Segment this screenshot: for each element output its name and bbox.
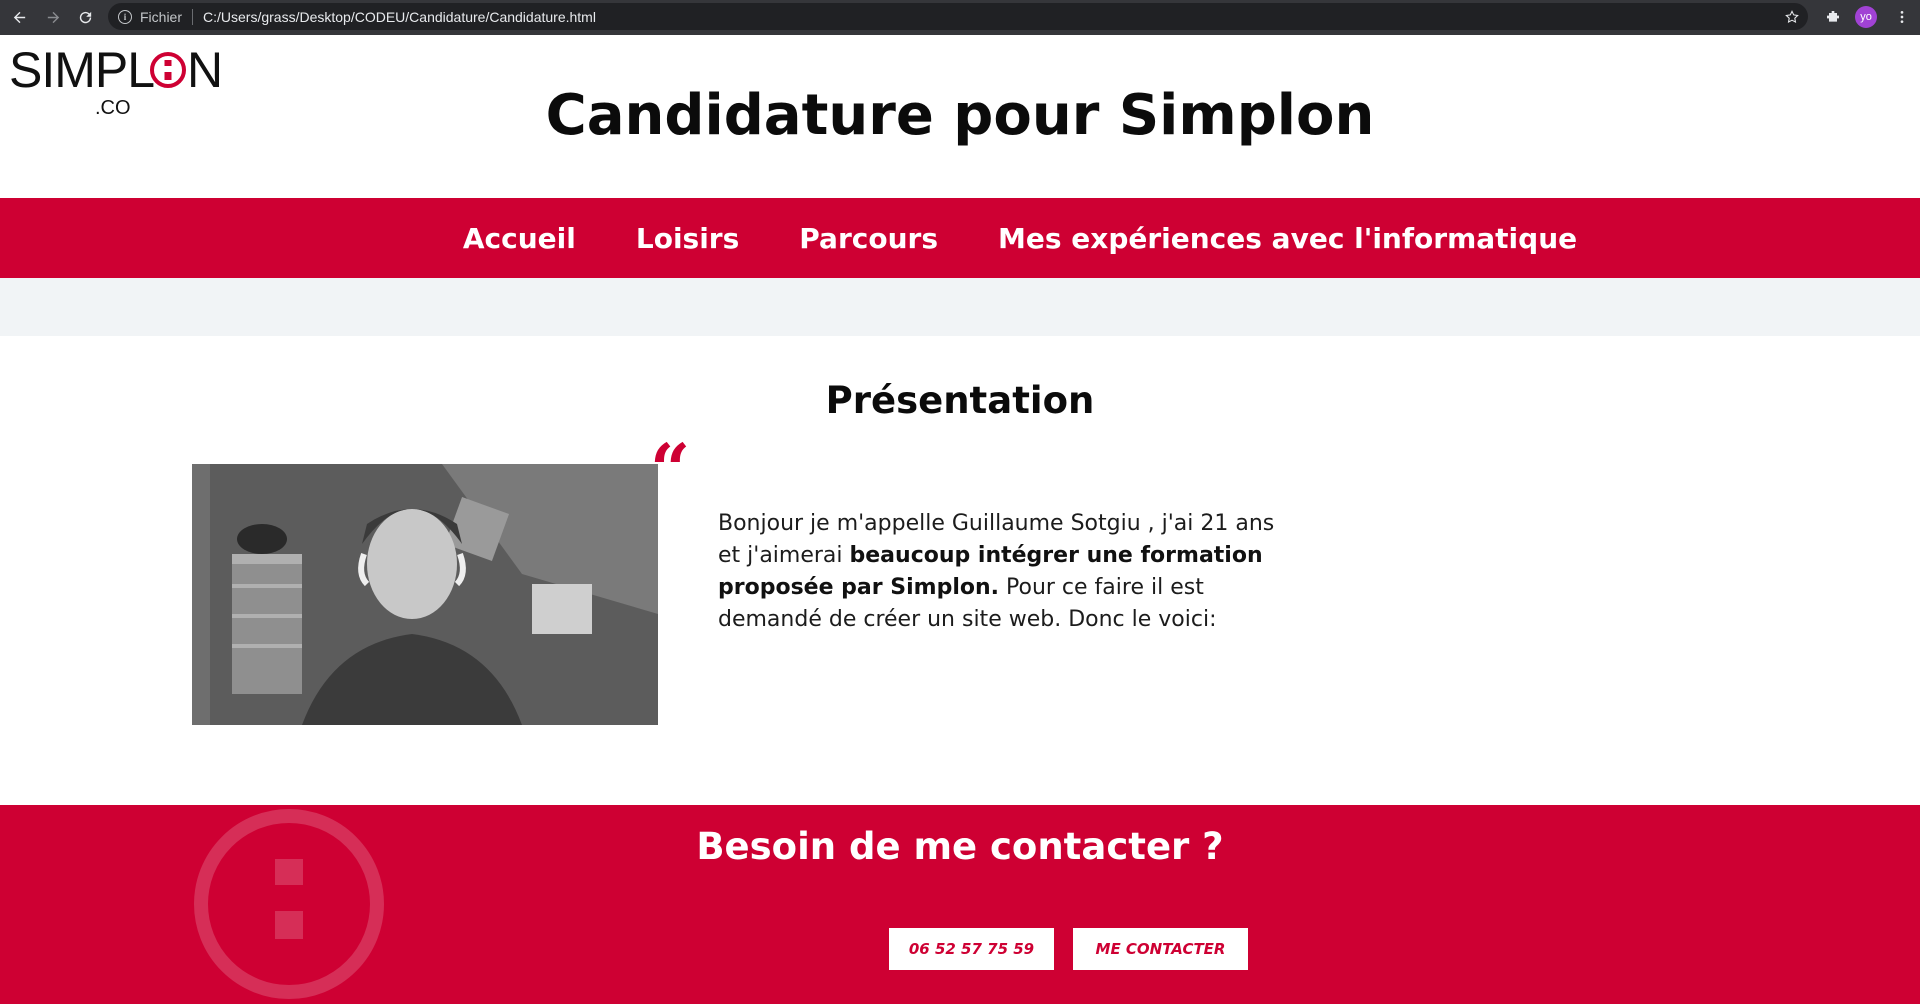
forward-icon[interactable]	[42, 6, 64, 28]
contact-footer: Besoin de me contacter ? 06 52 57 75 59 …	[0, 805, 1920, 1004]
simplon-emblem-icon	[194, 809, 384, 999]
info-icon[interactable]: i	[118, 9, 132, 24]
phone-button[interactable]: 06 52 57 75 59	[889, 928, 1054, 970]
browser-chrome: i Fichier C:/Users/grass/Desktop/CODEU/C…	[0, 0, 1920, 35]
page-title: Candidature pour Simplon	[545, 83, 1375, 148]
page-content: SIMPL N .CO Candidature pour Simplon Acc…	[0, 35, 1920, 1004]
nav-loisirs[interactable]: Loisirs	[636, 222, 739, 255]
back-icon[interactable]	[8, 6, 30, 28]
url-text[interactable]: C:/Users/grass/Desktop/CODEU/Candidature…	[203, 9, 596, 25]
contact-title: Besoin de me contacter ?	[696, 825, 1224, 868]
reload-icon[interactable]	[74, 6, 96, 28]
address-bar[interactable]: i Fichier C:/Users/grass/Desktop/CODEU/C…	[108, 3, 1808, 30]
scheme-label: Fichier	[140, 8, 183, 25]
presentation-title: Présentation	[825, 379, 1095, 422]
profile-photo-illustration	[192, 464, 658, 725]
address-divider	[192, 8, 194, 25]
nav-experiences[interactable]: Mes expériences avec l'informatique	[998, 222, 1577, 255]
main-navbar: Accueil Loisirs Parcours Mes expériences…	[0, 198, 1920, 278]
bookmark-star-icon[interactable]	[1781, 6, 1803, 28]
contact-button[interactable]: ME CONTACTER	[1073, 928, 1248, 970]
menu-kebab-icon[interactable]	[1891, 6, 1913, 28]
quote-icon: “	[650, 428, 691, 511]
logo-o-ring	[150, 52, 186, 88]
presentation-text: Bonjour je m'appelle Guillaume Sotgiu , …	[718, 508, 1278, 636]
logo-o-dot-top	[164, 60, 172, 66]
nav-accueil[interactable]: Accueil	[463, 222, 576, 255]
profile-avatar[interactable]: yo	[1855, 6, 1877, 28]
extensions-icon[interactable]	[1822, 6, 1844, 28]
profile-photo	[192, 464, 658, 725]
nav-parcours[interactable]: Parcours	[799, 222, 938, 255]
light-divider-band	[0, 278, 1920, 336]
logo-o-dot-bottom	[164, 72, 172, 80]
